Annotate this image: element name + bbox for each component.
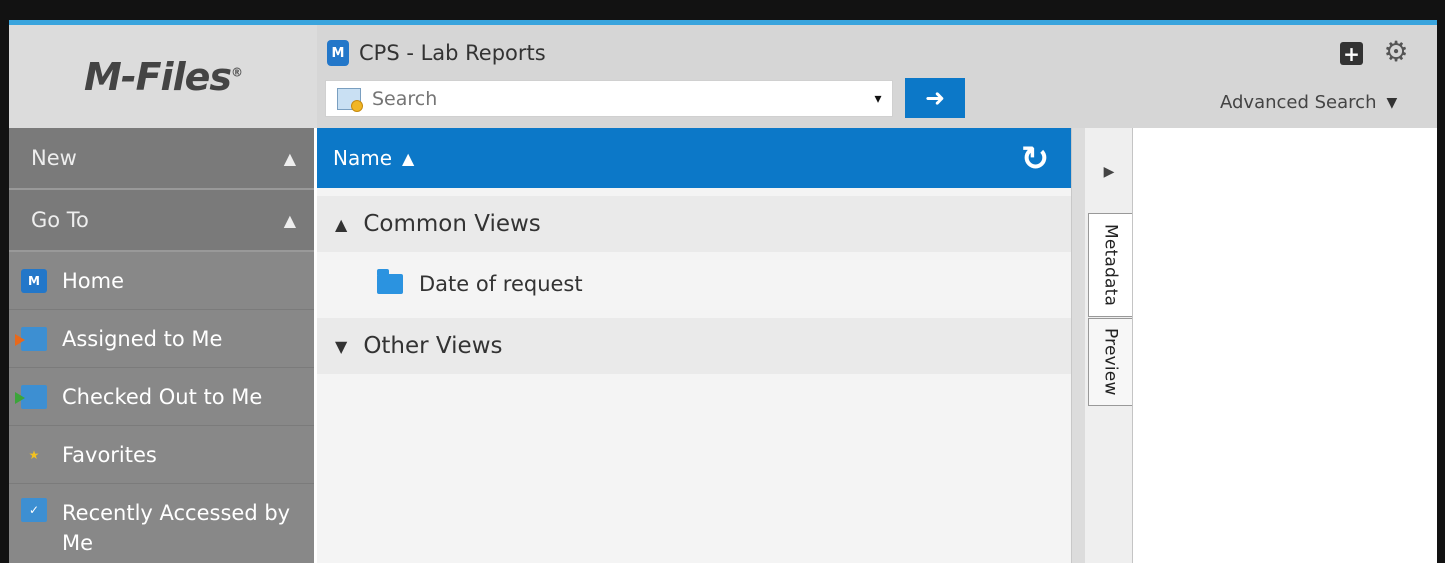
group-common-views[interactable]: ▲ Common Views	[317, 196, 1071, 252]
logo-registered-mark: ®	[231, 64, 243, 79]
sidebar-section-label: Go To	[31, 208, 89, 232]
advanced-search-label: Advanced Search	[1220, 92, 1377, 113]
sort-asc-icon: ▲	[402, 148, 415, 168]
folder-icon	[377, 269, 403, 294]
logo[interactable]: M-Files®	[9, 25, 317, 128]
sidebar-section-label: New	[31, 146, 77, 170]
collapse-icon: ▲	[335, 214, 348, 234]
window-left-border	[0, 0, 9, 563]
sidebar-item-label: Home	[62, 268, 125, 293]
tab-metadata[interactable]: Metadata	[1088, 213, 1132, 317]
vault-icon: M	[327, 40, 349, 66]
view-date-of-request[interactable]: Date of request	[317, 252, 1071, 316]
refresh-icon[interactable]: ↻	[1013, 138, 1057, 180]
search-dropdown-icon[interactable]: ▾	[864, 91, 892, 107]
caret-up-icon: ▲	[283, 210, 296, 230]
gear-icon[interactable]: ⚙	[1380, 36, 1412, 68]
tab-label: Metadata	[1100, 223, 1121, 307]
column-header-label: Name	[333, 146, 393, 170]
caret-down-icon: ▼	[1386, 94, 1398, 111]
sidebar-item-checked-out[interactable]: Checked Out to Me	[9, 368, 314, 426]
splitter[interactable]	[1071, 128, 1085, 563]
vault-title-bar: M CPS - Lab Reports	[327, 39, 546, 67]
sidebar-section-goto[interactable]: Go To ▲	[9, 190, 314, 252]
sidebar-item-label: Recently Accessed by Me	[62, 501, 291, 555]
tab-preview[interactable]: Preview	[1088, 318, 1132, 406]
group-label: Other Views	[363, 333, 503, 359]
sidebar-item-label: Favorites	[62, 442, 157, 467]
search-box[interactable]: ▾	[325, 80, 893, 117]
sidebar-section-new[interactable]: New ▲	[9, 128, 314, 190]
advanced-search-button[interactable]: Advanced Search ▼	[1220, 92, 1397, 113]
expand-icon: ▼	[335, 336, 348, 356]
logo-text: M-Files®	[84, 54, 243, 99]
expand-pane-icon[interactable]: ▶	[1085, 155, 1133, 189]
checked-out-icon	[15, 384, 47, 409]
group-label: Common Views	[363, 211, 541, 237]
sidebar-item-recent[interactable]: ✓ Recently Accessed by Me	[9, 484, 314, 563]
column-header-name[interactable]: Name ▲	[317, 128, 1071, 188]
caret-up-icon: ▲	[283, 148, 296, 168]
group-other-views[interactable]: ▼ Other Views	[317, 318, 1071, 374]
metadata-pane	[1134, 128, 1437, 563]
sidebar-item-favorites[interactable]: ★ Favorites	[9, 426, 314, 484]
recent-icon: ✓	[21, 498, 47, 522]
tab-label: Preview	[1100, 328, 1121, 396]
sidebar-item-home[interactable]: M Home	[9, 252, 314, 310]
view-label: Date of request	[419, 272, 583, 296]
vault-title: CPS - Lab Reports	[359, 41, 546, 65]
search-go-button[interactable]: ➜	[905, 78, 965, 118]
app-window: M-Files® M CPS - Lab Reports ▾ ➜ + ⚙ Adv…	[0, 0, 1445, 563]
add-new-icon[interactable]: +	[1340, 42, 1363, 66]
star-icon: ★	[28, 447, 40, 462]
sidebar-item-assigned[interactable]: Assigned to Me	[9, 310, 314, 368]
sidebar-item-label: Assigned to Me	[62, 326, 223, 351]
sidebar: New ▲ Go To ▲ M Home Assigned to Me Chec…	[9, 128, 314, 563]
window-right-border	[1437, 0, 1445, 563]
search-input[interactable]	[372, 87, 864, 110]
sidebar-item-label: Checked Out to Me	[62, 384, 263, 409]
search-icon	[337, 87, 363, 112]
assigned-icon	[15, 326, 47, 351]
vault-home-icon: M	[21, 268, 47, 293]
